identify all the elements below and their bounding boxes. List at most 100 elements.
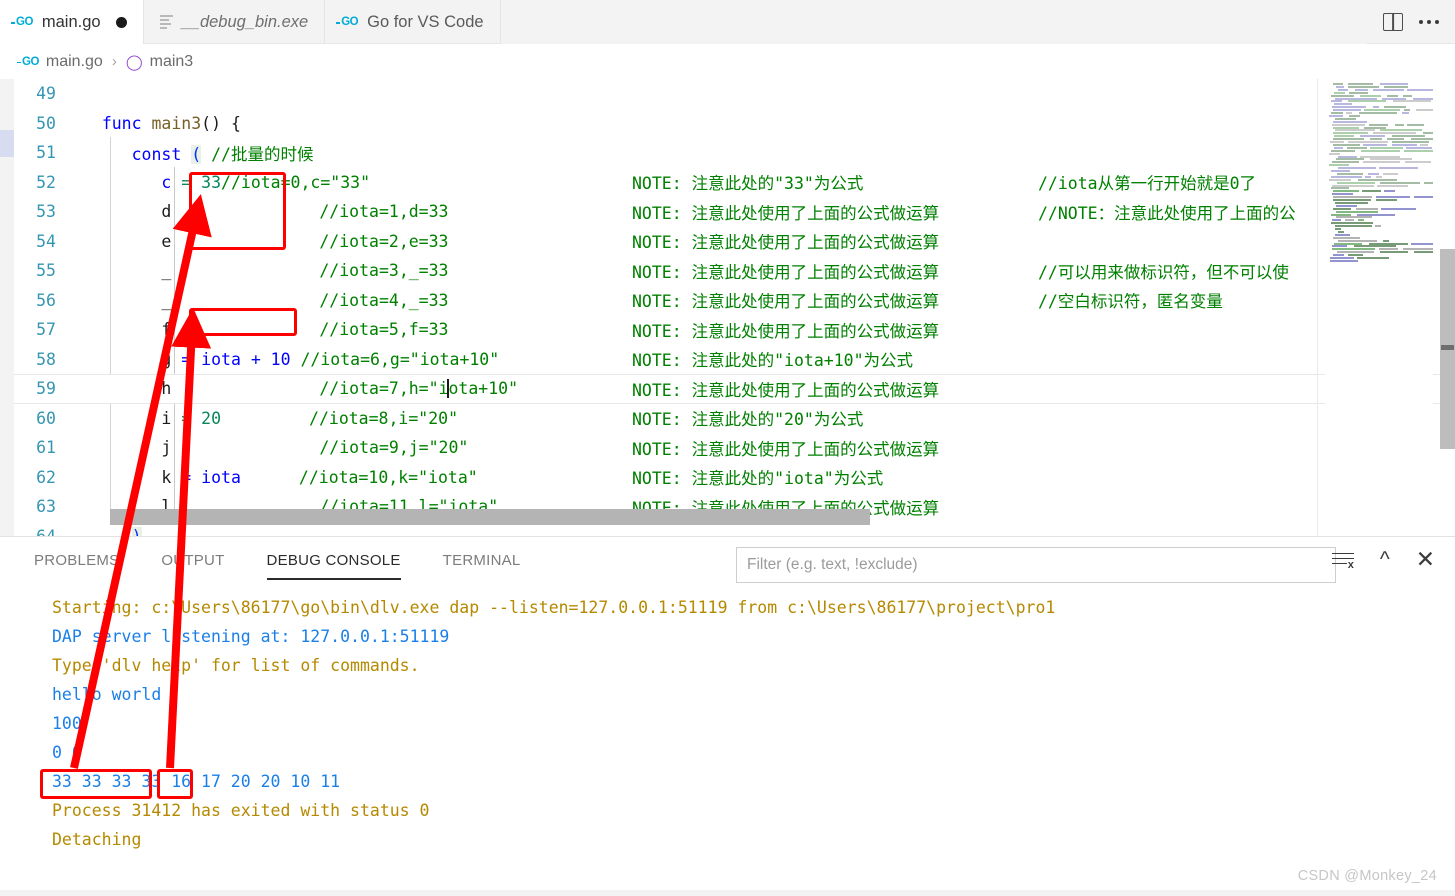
clear-console-icon[interactable]: x bbox=[1331, 551, 1354, 571]
minimap-row bbox=[1333, 199, 1371, 201]
minimap-row bbox=[1387, 138, 1404, 141]
minimap-row bbox=[1392, 135, 1425, 138]
bracket-open: ( bbox=[191, 144, 202, 164]
punctuation: () { bbox=[201, 113, 241, 133]
minimap-row bbox=[1336, 216, 1372, 219]
tab-go-for-vs-code[interactable]: GO Go for VS Code bbox=[325, 0, 501, 44]
minimap-row bbox=[1331, 222, 1373, 225]
minimap-row bbox=[1333, 120, 1367, 123]
minimap-row bbox=[1332, 123, 1365, 126]
inline-comment: //iota=0,c="33" bbox=[221, 172, 371, 192]
minimap-row bbox=[1331, 149, 1355, 152]
code-line[interactable]: 61 j //iota=9,j="20" NOTE: 注意此处使用了上面的公式做运… bbox=[14, 433, 1455, 463]
minimap-row bbox=[1380, 181, 1420, 184]
code-line[interactable]: 50 func main3() { bbox=[14, 109, 1455, 139]
panel-tab-debug-console[interactable]: DEBUG CONSOLE bbox=[266, 552, 401, 580]
line-number: 60 bbox=[36, 408, 56, 428]
code-line[interactable]: 60 i = 20 //iota=8,i="20" NOTE: 注意此处的"20"… bbox=[14, 404, 1455, 434]
minimap-row bbox=[1405, 161, 1431, 164]
chevron-up-icon[interactable]: ^ bbox=[1380, 549, 1390, 570]
line-number: 58 bbox=[36, 349, 56, 369]
minimap-row bbox=[1336, 85, 1344, 88]
line-number: 55 bbox=[36, 261, 56, 281]
breadcrumb-symbol[interactable]: main3 bbox=[150, 53, 194, 71]
inline-comment: //iota=9,j="20" bbox=[319, 438, 469, 458]
go-icon: GO bbox=[336, 16, 359, 28]
code-line[interactable]: 53 d//iota=1,d=33 NOTE: 注意此处使用了上面的公式做运算 … bbox=[14, 197, 1455, 227]
filter-placeholder: Filter (e.g. text, !exclude) bbox=[747, 556, 918, 573]
code-line[interactable]: 52 c = 33//iota=0,c="33" NOTE: 注意此处的"33"… bbox=[14, 168, 1455, 198]
minimap-row bbox=[1331, 170, 1350, 172]
minimap-row bbox=[1382, 97, 1406, 100]
const-expr: = iota bbox=[171, 467, 241, 487]
line-number: 64 bbox=[14, 527, 72, 536]
minimap-row bbox=[1333, 143, 1360, 146]
line-content[interactable]: func main3() { bbox=[72, 114, 1455, 133]
minimap-row bbox=[1348, 141, 1388, 143]
code-line[interactable]: 49 bbox=[14, 79, 1455, 109]
inline-comment: //iota=2,e=33 bbox=[319, 231, 449, 251]
minimap-row bbox=[1333, 138, 1364, 141]
minimap-row bbox=[1333, 132, 1368, 135]
filter-input[interactable]: Filter (e.g. text, !exclude) bbox=[736, 547, 1336, 583]
minimap-row bbox=[1362, 190, 1381, 193]
minimap-row bbox=[1377, 184, 1408, 187]
code-line[interactable]: 51 const ( //批量的时候 bbox=[14, 138, 1455, 168]
function-name: main3 bbox=[151, 113, 202, 133]
panel-tab-problems[interactable]: PROBLEMS bbox=[34, 552, 119, 575]
scrollbar-thumb[interactable] bbox=[1440, 249, 1455, 449]
inline-comment: //iota=3,_=33 bbox=[319, 261, 449, 281]
minimap-row bbox=[1329, 178, 1351, 181]
split-editor-icon[interactable] bbox=[1383, 12, 1403, 31]
code-line[interactable]: 57 f //iota=5,f=33 NOTE: 注意此处使用了上面的公式做运算 bbox=[14, 315, 1455, 345]
const-name: e bbox=[161, 231, 172, 251]
const-expr: = 20 bbox=[171, 408, 222, 428]
minimap[interactable] bbox=[1325, 79, 1433, 536]
minimap-row bbox=[1402, 112, 1409, 114]
code-line[interactable]: 56 _//iota=4,_=33 NOTE: 注意此处使用了上面的公式做运算 … bbox=[14, 286, 1455, 316]
note-comment: NOTE: 注意此处使用了上面的公式做运算 bbox=[632, 262, 940, 282]
minimap-row bbox=[1370, 146, 1403, 149]
minimap-row bbox=[1364, 109, 1400, 112]
line-content[interactable]: const ( //批量的时候 bbox=[72, 141, 1455, 165]
tab-main-go[interactable]: GO main.go bbox=[0, 0, 144, 44]
breadcrumb-separator-icon: › bbox=[111, 53, 117, 70]
minimap-row bbox=[1413, 97, 1433, 100]
debug-console-output[interactable]: Starting: c:\Users\86177\go\bin\dlv.exe … bbox=[0, 589, 1455, 896]
minimap-row bbox=[1333, 83, 1343, 85]
minimap-row bbox=[1392, 141, 1429, 143]
breadcrumb-file[interactable]: main.go bbox=[46, 53, 103, 71]
minimap-row bbox=[1375, 225, 1381, 228]
code-line-current[interactable]: 59 h //iota=7,h="iota+10" NOTE: 注意此处使用了上面… bbox=[14, 374, 1455, 404]
unsaved-indicator-dot[interactable] bbox=[115, 16, 127, 28]
minimap-row bbox=[1333, 254, 1344, 257]
code-line[interactable]: 54 e //iota=2,e=33 NOTE: 注意此处使用了上面的公式做运算 bbox=[14, 227, 1455, 257]
minimap-row bbox=[1369, 123, 1388, 126]
console-line: Process 31412 has exited with status 0 bbox=[52, 801, 430, 820]
close-panel-icon[interactable]: ✕ bbox=[1416, 548, 1435, 571]
minimap-row bbox=[1337, 251, 1374, 254]
minimap-row bbox=[1404, 109, 1410, 112]
editor-vertical-scrollbar[interactable] bbox=[1440, 79, 1455, 536]
code-line[interactable]: 62 k = iota //iota=10,k="iota" NOTE: 注意此处… bbox=[14, 463, 1455, 493]
code-line[interactable]: 58 g = iota + 10 //iota=6,g="iota+10" NO… bbox=[14, 345, 1455, 375]
minimap-row bbox=[1355, 88, 1368, 91]
code-line[interactable]: 55 _//iota=3,_=33 NOTE: 注意此处使用了上面的公式做运算 … bbox=[14, 256, 1455, 286]
console-line: 33 33 33 33 16 17 20 20 10 11 bbox=[52, 772, 341, 791]
minimap-row bbox=[1332, 193, 1353, 196]
minimap-row bbox=[1363, 143, 1387, 146]
tab-debug-bin-exe[interactable]: __debug_bin.exe bbox=[144, 0, 326, 44]
minimap-row bbox=[1411, 138, 1433, 141]
minimap-row bbox=[1335, 201, 1368, 204]
minimap-row bbox=[1330, 141, 1344, 143]
code-lines-container[interactable]: 49 50 func main3() { 51 const ( //批量的时候 … bbox=[14, 79, 1455, 536]
line-content[interactable]: ) bbox=[72, 526, 1455, 536]
editor-horizontal-scrollbar[interactable] bbox=[110, 509, 870, 525]
panel-tab-terminal[interactable]: TERMINAL bbox=[443, 552, 521, 575]
keyword-const: const bbox=[131, 144, 192, 164]
more-actions-icon[interactable] bbox=[1419, 19, 1439, 24]
panel-tab-output[interactable]: OUTPUT bbox=[161, 552, 224, 575]
line-number: 57 bbox=[36, 320, 56, 340]
minimap-row bbox=[1373, 106, 1379, 109]
minimap-row bbox=[1356, 207, 1378, 210]
